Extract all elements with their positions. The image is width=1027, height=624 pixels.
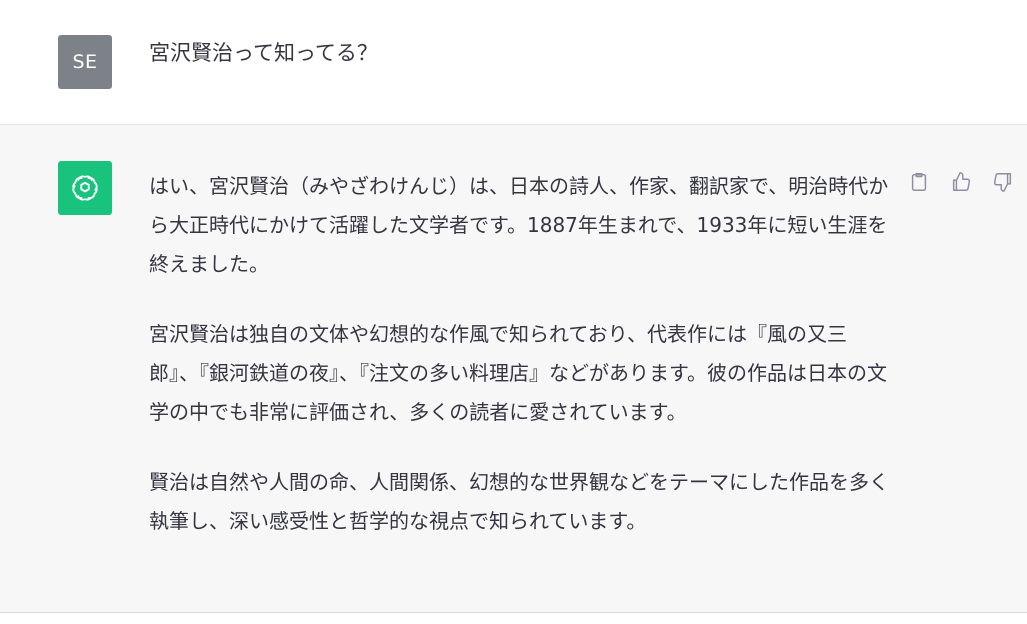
thumbs-up-button[interactable] (948, 169, 974, 195)
copy-button[interactable] (906, 169, 932, 195)
assistant-paragraph-2: 宮沢賢治は独自の文体や幻想的な作風で知られており、代表作には『風の又三郎』、『銀… (149, 322, 887, 424)
assistant-avatar (58, 161, 112, 215)
message-actions (906, 169, 1016, 195)
assistant-message-text: はい、宮沢賢治（みやざわけんじ）は、日本の詩人、作家、翻訳家で、明治時代から大正… (149, 167, 889, 541)
thumbs-down-icon (993, 173, 1012, 192)
copy-icon (911, 173, 927, 191)
thumbs-up-icon (952, 172, 971, 191)
user-message-row: SE 宮沢賢治って知ってる？ (0, 0, 1027, 125)
thumbs-down-button[interactable] (990, 169, 1016, 195)
assistant-paragraph-3: 賢治は自然や人間の命、人間関係、幻想的な世界観などをテーマにした作品を多く執筆し… (149, 470, 889, 533)
assistant-paragraph-1: はい、宮沢賢治（みやざわけんじ）は、日本の詩人、作家、翻訳家で、明治時代から大正… (149, 174, 889, 276)
assistant-message-row: はい、宮沢賢治（みやざわけんじ）は、日本の詩人、作家、翻訳家で、明治時代から大正… (0, 125, 1027, 613)
openai-logo-icon (72, 175, 98, 201)
user-message-text: 宮沢賢治って知ってる？ (149, 41, 378, 65)
bottom-area (0, 613, 1027, 624)
user-avatar: SE (58, 35, 112, 89)
